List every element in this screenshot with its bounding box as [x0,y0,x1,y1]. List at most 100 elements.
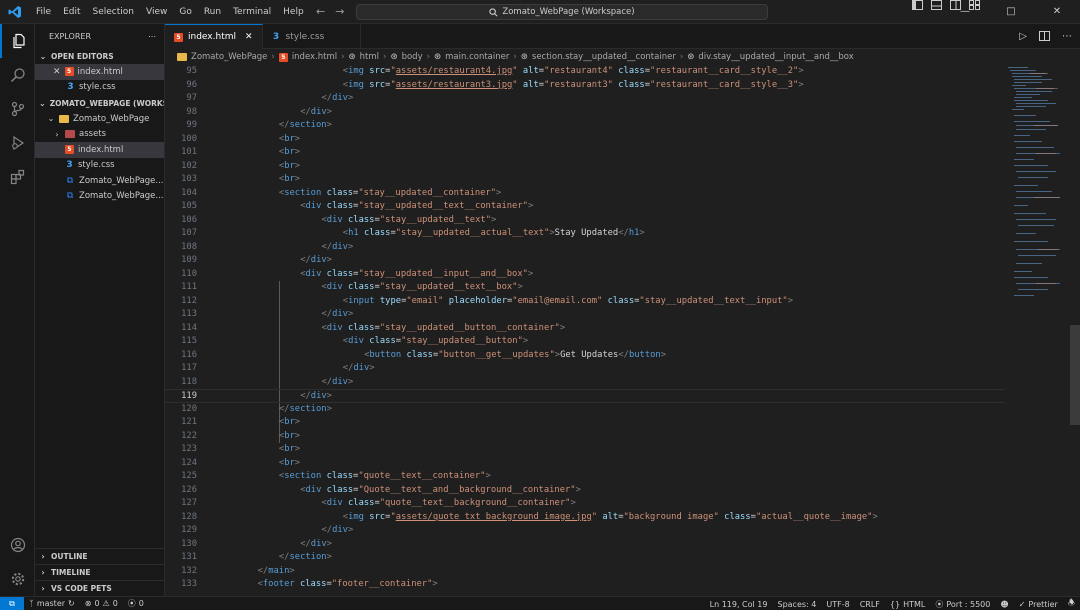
code-line[interactable]: 104 <section class="stay__updated__contai… [165,187,1005,201]
close-icon[interactable]: ✕ [1034,0,1080,24]
file-style-css[interactable]: 3 style.css [35,158,164,174]
cursor-position[interactable]: Ln 119, Col 19 [705,600,773,609]
encoding[interactable]: UTF-8 [821,600,854,609]
code-line[interactable]: 121 <br> [165,416,1005,430]
code-line[interactable]: 103 <br> [165,173,1005,187]
code-line[interactable]: 100 <br> [165,133,1005,147]
more-actions-icon[interactable]: ⋯ [1062,24,1072,49]
folder-zomato-webpage[interactable]: ⌄ Zomato_WebPage [35,111,164,127]
breadcrumb-item[interactable]: html [360,52,379,62]
code-line[interactable]: 126 <div class="Quote__text__and__backgro… [165,484,1005,498]
language-mode[interactable]: {} HTML [885,600,930,609]
breadcrumb-item[interactable]: Zomato_WebPage [191,52,267,62]
accounts-icon[interactable] [0,528,35,562]
code-line[interactable]: 117 </div> [165,362,1005,376]
indentation[interactable]: Spaces: 4 [772,600,821,609]
code-line[interactable]: 115 <div class="stay__updated__button"> [165,335,1005,349]
code-line[interactable]: 131 </section> [165,551,1005,565]
menu-terminal[interactable]: Terminal [227,0,277,24]
open-editor-style-css[interactable]: 3 style.css [35,80,164,96]
forward-arrow-icon[interactable]: → [335,0,344,24]
code-line[interactable]: 124 <br> [165,457,1005,471]
tab-style-css[interactable]: 3 style.css [263,24,362,49]
open-editors-header[interactable]: ⌄ OPEN EDITORS [35,48,164,64]
remote-indicator-icon[interactable]: ⧉ [0,596,24,610]
code-line[interactable]: 123 <br> [165,443,1005,457]
back-arrow-icon[interactable]: ← [316,0,325,24]
branch-indicator[interactable]: ᛉ master ↻ [24,599,80,608]
split-editor-icon[interactable] [1039,31,1050,41]
code-line[interactable]: 113 </div> [165,308,1005,322]
code-line[interactable]: 99 </section> [165,119,1005,133]
editor-scrollbar[interactable] [1070,325,1080,425]
code-line[interactable]: 132 </main> [165,565,1005,579]
end-of-line[interactable]: CRLF [855,600,885,609]
code-line[interactable]: 133 <footer class="footer__container"> [165,578,1005,592]
more-actions-icon[interactable]: ⋯ [148,32,156,41]
source-control-icon[interactable] [0,92,35,126]
breadcrumb-item[interactable]: div.stay__updated__input__and__box [698,52,853,62]
explorer-icon[interactable] [0,24,35,58]
vscode-pets-header[interactable]: › VS CODE PETS [35,580,165,596]
settings-gear-icon[interactable] [0,562,35,596]
code-line[interactable]: 111 <div class="stay__updated__text__box"… [165,281,1005,295]
timeline-header[interactable]: › TIMELINE [35,564,165,580]
menu-file[interactable]: File [30,0,57,24]
search-icon[interactable] [0,58,35,92]
code-line[interactable]: 109 </div> [165,254,1005,268]
code-line[interactable]: 98 </div> [165,106,1005,120]
file-workspace-2[interactable]: ⧉ Zomato_WebPage... [35,189,164,205]
breadcrumb-item[interactable]: section.stay__updated__container [532,52,676,62]
menu-help[interactable]: Help [277,0,310,24]
extensions-icon[interactable] [0,160,35,194]
file-workspace-1[interactable]: ⧉ Zomato_WebPage... [35,173,164,189]
code-line[interactable]: 127 <div class="quote__text__background__… [165,497,1005,511]
code-line[interactable]: 130 </div> [165,538,1005,552]
menu-selection[interactable]: Selection [87,0,140,24]
folder-assets[interactable]: › assets [35,127,164,143]
code-line[interactable]: 110 <div class="stay__updated__input__and… [165,268,1005,282]
run-icon[interactable]: ▷ [1019,24,1027,49]
code-line[interactable]: 102 <br> [165,160,1005,174]
menu-run[interactable]: Run [198,0,227,24]
code-line[interactable]: 114 <div class="stay__updated__button__co… [165,322,1005,336]
run-and-debug-icon[interactable] [0,126,35,160]
menu-edit[interactable]: Edit [57,0,86,24]
code-line[interactable]: 96 <img src="assets/restaurant3.jpg" alt=… [165,79,1005,93]
maximize-icon[interactable]: □ [988,0,1034,24]
workspace-header[interactable]: ⌄ ZOMATO_WEBPAGE (WORKS... [35,95,164,111]
code-line[interactable]: 120 </section> [165,403,1005,417]
close-editor-icon[interactable]: ✕ [53,67,61,77]
command-center-search[interactable]: Zomato_WebPage (Workspace) [356,4,768,20]
menu-view[interactable]: View [140,0,173,24]
breadcrumb-item[interactable]: body [402,52,423,62]
breadcrumb-item[interactable]: index.html [292,52,337,62]
breadcrumb-item[interactable]: main.container [445,52,509,62]
minimap[interactable] [1005,65,1070,596]
code-line[interactable]: 107 <h1 class="stay__updated__actual__tex… [165,227,1005,241]
live-server-port[interactable]: ⦿ Port : 5500 [930,599,995,610]
code-line[interactable]: 128 <img src="assets/quote txt background… [165,511,1005,525]
code-line[interactable]: 95 <img src="assets/restaurant4.jpg" alt=… [165,65,1005,79]
open-editor-index-html[interactable]: ✕ 5 index.html [35,64,164,80]
code-line[interactable]: 112 <input type="email" placeholder="emai… [165,295,1005,309]
code-line[interactable]: 105 <div class="stay__updated__text__cont… [165,200,1005,214]
toggle-primary-sidebar-icon[interactable] [912,0,923,10]
minimize-icon[interactable]: — [942,0,988,24]
prettier-indicator[interactable]: ✓ Prettier [1014,600,1063,609]
code-line[interactable]: 108 </div> [165,241,1005,255]
menu-go[interactable]: Go [173,0,197,24]
problems-indicator[interactable]: ⊗ 0 ⚠ 0 [80,599,123,608]
toggle-panel-icon[interactable] [931,0,942,10]
code-line[interactable]: 97 </div> [165,92,1005,106]
tab-index-html[interactable]: 5 index.html ✕ [165,24,263,49]
file-index-html[interactable]: 5 index.html [35,142,164,158]
code-line[interactable]: 129 </div> [165,524,1005,538]
outline-header[interactable]: › OUTLINE [35,548,165,564]
code-line[interactable]: 101 <br> [165,146,1005,160]
ports-indicator[interactable]: ⦿ 0 [123,598,149,609]
code-line[interactable]: 125 <section class="quote__text__containe… [165,470,1005,484]
code-line[interactable]: 118 </div> [165,376,1005,390]
code-line[interactable]: 119 </div> [165,389,1005,403]
code-editor[interactable]: 95 <img src="assets/restaurant4.jpg" alt=… [165,65,1080,596]
